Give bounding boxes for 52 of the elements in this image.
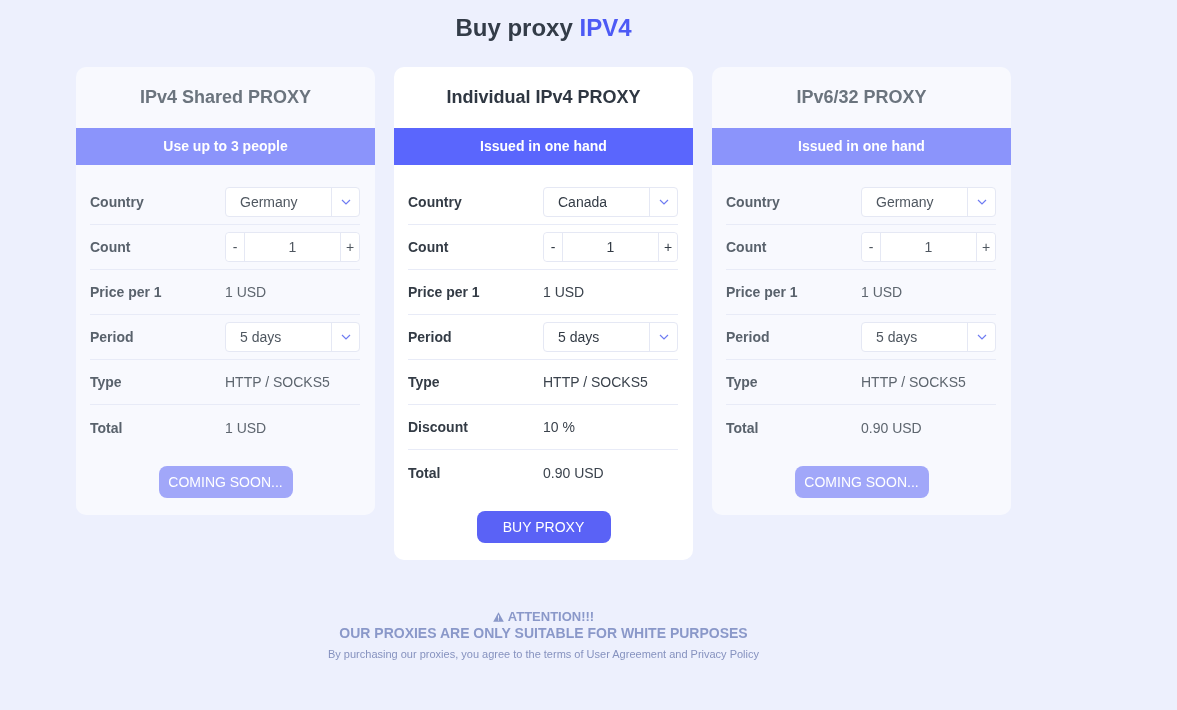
row-value: 1 USD bbox=[543, 284, 585, 300]
row-label: Country bbox=[90, 194, 144, 210]
card-title: Individual IPv4 PROXY bbox=[446, 87, 641, 108]
row-label: Price per 1 bbox=[726, 284, 798, 300]
chevron-down-icon bbox=[340, 199, 351, 205]
chevron-down-icon bbox=[658, 199, 669, 205]
card-banner: Issued in one hand bbox=[712, 128, 1011, 165]
row-value: HTTP / SOCKS5 bbox=[543, 374, 648, 390]
row-label: Price per 1 bbox=[408, 284, 480, 300]
warning-icon bbox=[492, 611, 504, 622]
warning-text: OUR PROXIES ARE ONLY SUITABLE FOR WHITE PURPOSES bbox=[339, 625, 748, 642]
row-label: Count bbox=[726, 239, 767, 255]
row-label: Type bbox=[726, 374, 758, 390]
row-label: Country bbox=[726, 194, 780, 210]
chevron-down-icon bbox=[340, 334, 351, 340]
row-label: Period bbox=[726, 329, 770, 345]
dropdown[interactable]: Canada bbox=[543, 187, 678, 217]
row-label: Type bbox=[90, 374, 122, 390]
chevron-down-icon bbox=[976, 199, 987, 205]
row-label: Period bbox=[408, 329, 452, 345]
chevron-down-icon bbox=[658, 334, 669, 340]
row-value: 1 USD bbox=[225, 419, 267, 436]
dropdown[interactable]: 5 days bbox=[543, 322, 678, 352]
row-value: 0.90 USD bbox=[543, 464, 604, 481]
row-label: Count bbox=[408, 239, 449, 255]
row-label: Type bbox=[408, 374, 440, 390]
attention-heading: ATTENTION!!! bbox=[507, 608, 595, 625]
row-value: 1 USD bbox=[861, 284, 903, 300]
page-title: Buy proxy IPV4 bbox=[455, 13, 632, 43]
row-value: 1 USD bbox=[225, 284, 267, 300]
card-button[interactable]: BUY PROXY bbox=[476, 511, 611, 543]
row-label: Country bbox=[408, 194, 462, 210]
card-title: IPv6/32 PROXY bbox=[796, 87, 927, 108]
row-label: Price per 1 bbox=[90, 284, 162, 300]
row-label: Total bbox=[408, 464, 441, 481]
row-label: Total bbox=[726, 419, 759, 436]
quantity-field[interactable]: 1 bbox=[563, 233, 658, 261]
card-banner: Use up to 3 people bbox=[76, 128, 375, 165]
terms-text: By purchasing our proxies, you agree to the terms of User Agreement and Privacy Policy bbox=[327, 647, 759, 661]
row-label: Discount bbox=[408, 419, 468, 435]
decrement-button[interactable]: - bbox=[544, 233, 563, 261]
row-label: Period bbox=[90, 329, 134, 345]
row-value: HTTP / SOCKS5 bbox=[225, 374, 330, 390]
increment-button[interactable]: + bbox=[658, 233, 677, 261]
row-label: Total bbox=[90, 419, 123, 436]
row-value: 0.90 USD bbox=[861, 419, 922, 436]
row-label: Count bbox=[90, 239, 131, 255]
row-value: 10 % bbox=[543, 419, 575, 435]
card-title: IPv4 Shared PROXY bbox=[139, 87, 312, 108]
row-value: HTTP / SOCKS5 bbox=[861, 374, 966, 390]
chevron-down-icon bbox=[976, 334, 987, 340]
card-banner: Issued in one hand bbox=[394, 128, 693, 165]
